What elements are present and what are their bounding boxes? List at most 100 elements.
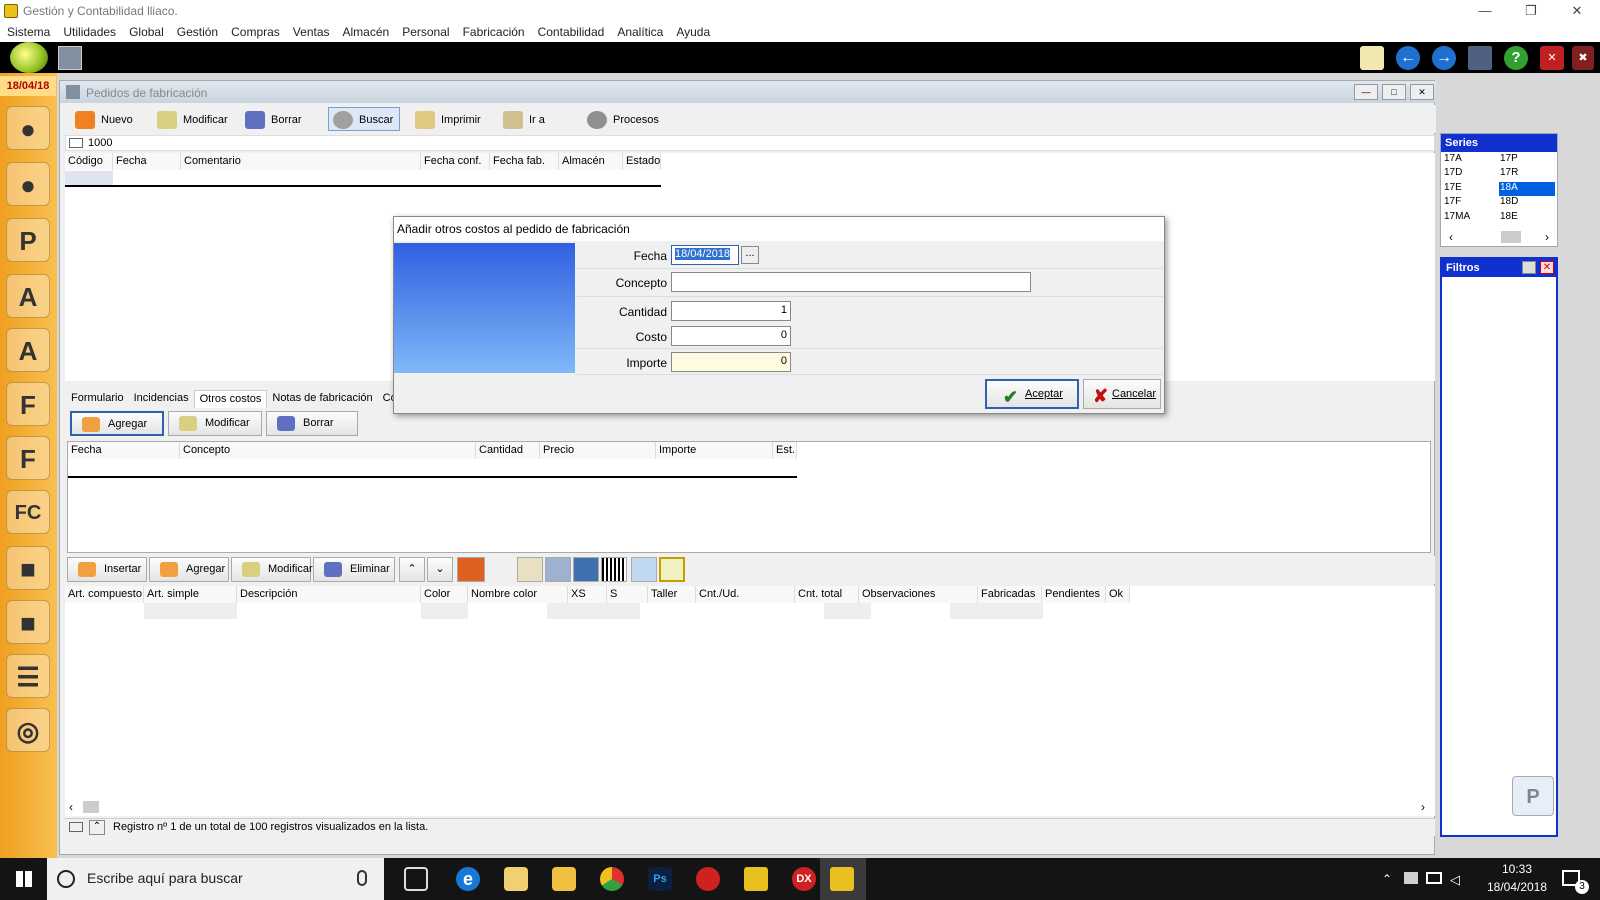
series-item[interactable]: 17R xyxy=(1499,167,1555,181)
clients-icon[interactable]: ● xyxy=(6,106,50,150)
minimize-button[interactable]: — xyxy=(1462,0,1508,22)
menu-global[interactable]: Global xyxy=(129,22,164,42)
tab-otros-costos[interactable]: Otros costos xyxy=(193,390,268,408)
series-item[interactable]: 17E xyxy=(1443,182,1499,196)
series-item[interactable]: 17F xyxy=(1443,196,1499,210)
network-icon[interactable] xyxy=(1426,872,1442,884)
col-precio[interactable]: Precio xyxy=(540,442,656,459)
series-item[interactable]: 18E xyxy=(1499,211,1555,225)
pin-icon[interactable] xyxy=(1522,261,1536,274)
windows-list-icon[interactable] xyxy=(1468,46,1492,70)
col-est[interactable]: Est. xyxy=(773,442,797,459)
col-s[interactable]: S xyxy=(607,586,648,603)
tab-formulario[interactable]: Formulario xyxy=(66,390,129,408)
menu-sistema[interactable]: Sistema xyxy=(7,22,50,42)
menu-ayuda[interactable]: Ayuda xyxy=(676,22,710,42)
aceptar-button[interactable]: ✔ Aceptar xyxy=(985,379,1079,409)
invoice-clients-icon[interactable]: FC xyxy=(6,490,50,534)
col-art-simple[interactable]: Art. simple xyxy=(144,586,237,603)
menu-gestion[interactable]: Gestión xyxy=(177,22,218,42)
provider-icon[interactable]: P xyxy=(6,218,50,262)
user-icon[interactable]: ● xyxy=(6,162,50,206)
modificar-button[interactable]: Modificar xyxy=(152,107,235,131)
mail-app-icon[interactable] xyxy=(504,867,528,891)
series-item-selected[interactable]: 18A xyxy=(1499,181,1555,197)
menu-almacen[interactable]: Almacén xyxy=(343,22,390,42)
col-fecha-conf[interactable]: Fecha conf. xyxy=(421,153,490,170)
file-explorer-icon[interactable] xyxy=(552,867,576,891)
close-all-icon[interactable]: ✖ xyxy=(1572,46,1594,70)
date-picker-button[interactable]: ... xyxy=(741,246,759,264)
borrar-button[interactable]: Borrar xyxy=(240,107,309,131)
series-scroll-thumb[interactable] xyxy=(1501,231,1521,243)
horizontal-scrollbar[interactable]: ‹ › xyxy=(65,798,1435,816)
imprimir-button[interactable]: Imprimir xyxy=(410,107,488,131)
close-window-icon[interactable]: ✕ xyxy=(1540,46,1564,70)
borrar-cost-button[interactable]: Borrar xyxy=(266,411,358,436)
move-up-button[interactable]: ⌃ xyxy=(399,557,425,582)
col-fecha-fab[interactable]: Fecha fab. xyxy=(490,153,559,170)
windows-start-icon[interactable] xyxy=(16,871,32,887)
agregar-cost-button[interactable]: Agregar xyxy=(70,411,164,436)
menu-utilidades[interactable]: Utilidades xyxy=(63,22,116,42)
col-nombre-color[interactable]: Nombre color xyxy=(468,586,568,603)
selected-cell[interactable] xyxy=(65,171,113,185)
app-red-icon[interactable] xyxy=(696,867,720,891)
microphone-icon[interactable] xyxy=(357,870,367,886)
col-estado[interactable]: Estado xyxy=(623,153,661,170)
col-concepto[interactable]: Concepto xyxy=(180,442,476,459)
cancelar-button[interactable]: ✘ Cancelar xyxy=(1083,379,1161,409)
series-item[interactable]: 17D xyxy=(1443,167,1499,181)
scroll-right-arrow[interactable]: › xyxy=(1421,800,1425,814)
app-lliaco-active-icon[interactable] xyxy=(830,867,854,891)
series-item[interactable]: 17A xyxy=(1443,153,1499,167)
back-arrow-icon[interactable]: ← xyxy=(1396,46,1420,70)
settings-disc-icon[interactable]: ◎ xyxy=(6,708,50,752)
fecha-field[interactable]: 18/04/2018 xyxy=(671,245,739,265)
col-codigo[interactable]: Código xyxy=(65,153,113,170)
articles-icon[interactable]: A xyxy=(6,328,50,372)
col-almacen[interactable]: Almacén xyxy=(559,153,623,170)
dx-icon[interactable]: DX xyxy=(792,867,816,891)
ir-a-button[interactable]: Ir a xyxy=(498,107,552,131)
col-xs[interactable]: XS xyxy=(568,586,607,603)
menu-analitica[interactable]: Analítica xyxy=(617,22,663,42)
col-taller[interactable]: Taller xyxy=(648,586,696,603)
modificar-line-button[interactable]: Modificar xyxy=(231,557,313,582)
image-icon[interactable] xyxy=(659,557,685,582)
chrome-icon[interactable] xyxy=(600,867,624,891)
app-lliaco-icon[interactable] xyxy=(744,867,768,891)
col-ok[interactable]: Ok xyxy=(1106,586,1130,603)
shopping-bag-orange-icon[interactable]: ■ xyxy=(6,600,50,644)
window-minimize-button[interactable]: — xyxy=(1354,84,1378,100)
agent-icon[interactable]: A xyxy=(6,274,50,318)
cantidad-field[interactable]: 1 xyxy=(671,301,791,321)
move-down-button[interactable]: ⌄ xyxy=(427,557,453,582)
col-cnt-total[interactable]: Cnt. total xyxy=(795,586,859,603)
tab-notas-fabricacion[interactable]: Notas de fabricación xyxy=(267,390,377,408)
invoices-provider-icon[interactable]: F xyxy=(6,436,50,480)
col-importe[interactable]: Importe xyxy=(656,442,773,459)
scroll-left-arrow[interactable]: ‹ xyxy=(69,800,73,814)
col-fecha[interactable]: Fecha xyxy=(113,153,181,170)
barcode-icon[interactable] xyxy=(601,557,627,582)
col-color[interactable]: Color xyxy=(421,586,468,603)
concepto-field[interactable] xyxy=(671,272,1031,292)
agregar-line-button[interactable]: Agregar xyxy=(149,557,229,582)
col-fecha[interactable]: Fecha xyxy=(68,442,180,459)
scroll-left-arrow[interactable]: ‹ xyxy=(1449,230,1453,244)
col-observaciones[interactable]: Observaciones xyxy=(859,586,978,603)
edge-icon[interactable]: e xyxy=(456,867,480,891)
invoices-icon[interactable]: F xyxy=(6,382,50,426)
restore-button[interactable]: ❐ xyxy=(1508,0,1554,22)
font-icon[interactable] xyxy=(517,557,543,582)
series-item[interactable]: 17P xyxy=(1499,153,1555,167)
document-icon[interactable] xyxy=(631,557,657,582)
scroll-right-arrow[interactable]: › xyxy=(1545,230,1549,244)
menu-ventas[interactable]: Ventas xyxy=(293,22,330,42)
app-logo-icon[interactable] xyxy=(58,46,82,70)
col-comentario[interactable]: Comentario xyxy=(181,153,421,170)
report-icon[interactable]: ☰ xyxy=(6,654,50,698)
menu-contabilidad[interactable]: Contabilidad xyxy=(538,22,605,42)
clock-time[interactable]: 10:33 xyxy=(1480,862,1554,876)
